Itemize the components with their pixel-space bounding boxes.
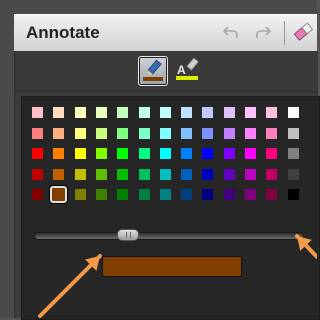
color-swatch[interactable] bbox=[181, 168, 193, 180]
color-swatch[interactable] bbox=[223, 107, 235, 118]
color-swatch[interactable] bbox=[181, 148, 193, 159]
color-swatch[interactable] bbox=[266, 107, 278, 118]
color-swatch[interactable] bbox=[181, 107, 193, 118]
color-swatch[interactable] bbox=[95, 107, 107, 118]
highlighter-icon: A bbox=[176, 58, 199, 80]
color-swatch[interactable] bbox=[95, 189, 107, 200]
color-swatch[interactable] bbox=[159, 189, 171, 200]
color-swatch[interactable] bbox=[138, 148, 150, 159]
color-swatch[interactable] bbox=[117, 148, 129, 159]
color-swatch[interactable] bbox=[287, 127, 299, 139]
color-swatch[interactable] bbox=[32, 107, 43, 118]
undo-icon[interactable] bbox=[220, 21, 242, 43]
color-swatch[interactable] bbox=[74, 168, 86, 180]
color-swatch[interactable] bbox=[181, 189, 193, 200]
color-swatch[interactable] bbox=[74, 107, 86, 118]
color-swatch[interactable] bbox=[53, 127, 65, 139]
thickness-slider-thumb[interactable] bbox=[116, 229, 139, 241]
color-swatch[interactable] bbox=[159, 107, 171, 118]
color-swatch[interactable] bbox=[32, 168, 43, 180]
color-swatch[interactable] bbox=[266, 127, 278, 139]
color-swatch[interactable] bbox=[181, 127, 193, 139]
color-swatch[interactable] bbox=[138, 107, 150, 118]
thickness-slider-track[interactable] bbox=[34, 229, 304, 241]
color-swatch[interactable] bbox=[266, 189, 278, 200]
pen-tool-button[interactable] bbox=[138, 56, 168, 86]
color-swatch[interactable] bbox=[202, 168, 214, 180]
color-swatch[interactable] bbox=[159, 148, 171, 159]
color-swatch[interactable] bbox=[53, 148, 65, 159]
color-swatch[interactable] bbox=[74, 189, 86, 200]
color-swatch[interactable] bbox=[202, 127, 214, 139]
color-swatch[interactable] bbox=[74, 148, 86, 159]
color-swatch[interactable] bbox=[287, 107, 299, 118]
color-swatch[interactable] bbox=[287, 189, 299, 200]
pen-icon bbox=[143, 59, 163, 81]
color-swatch[interactable] bbox=[159, 127, 171, 139]
color-swatch-selected[interactable] bbox=[50, 186, 68, 203]
color-swatch[interactable] bbox=[138, 189, 150, 200]
color-swatch[interactable] bbox=[117, 168, 129, 180]
color-swatch[interactable] bbox=[138, 127, 150, 139]
svg-text:A: A bbox=[177, 63, 186, 77]
annotate-window: Annotate A bbox=[0, 0, 320, 320]
color-swatch[interactable] bbox=[32, 148, 43, 159]
color-swatch[interactable] bbox=[74, 127, 86, 139]
color-swatch[interactable] bbox=[117, 107, 129, 118]
color-swatch[interactable] bbox=[117, 127, 129, 139]
color-swatch[interactable] bbox=[202, 189, 214, 200]
color-swatch[interactable] bbox=[223, 127, 235, 139]
color-swatch[interactable] bbox=[159, 168, 171, 180]
color-swatch[interactable] bbox=[138, 168, 150, 180]
color-swatch[interactable] bbox=[245, 189, 256, 200]
tool-row: A bbox=[15, 51, 318, 92]
color-swatch[interactable] bbox=[287, 168, 299, 180]
title-bar: Annotate bbox=[14, 14, 317, 52]
color-swatch[interactable] bbox=[266, 148, 278, 159]
toolbar-separator bbox=[284, 21, 285, 45]
color-swatch[interactable] bbox=[287, 148, 299, 159]
color-swatch[interactable] bbox=[223, 189, 235, 200]
annotate-panel: A bbox=[14, 51, 320, 320]
color-swatch[interactable] bbox=[245, 107, 256, 118]
color-swatch[interactable] bbox=[95, 127, 107, 139]
redo-icon[interactable] bbox=[252, 21, 274, 43]
color-swatch[interactable] bbox=[223, 148, 235, 159]
color-swatch[interactable] bbox=[202, 148, 214, 159]
color-swatch[interactable] bbox=[223, 168, 235, 180]
color-swatch[interactable] bbox=[32, 127, 43, 139]
color-swatch[interactable] bbox=[53, 168, 65, 180]
highlighter-tool-button[interactable]: A bbox=[173, 56, 201, 84]
eraser-icon[interactable] bbox=[292, 21, 314, 43]
color-swatch[interactable] bbox=[245, 127, 256, 139]
color-palette bbox=[21, 96, 320, 320]
color-swatch[interactable] bbox=[117, 189, 129, 200]
color-swatch[interactable] bbox=[95, 168, 107, 180]
color-swatch[interactable] bbox=[245, 168, 256, 180]
color-swatch[interactable] bbox=[245, 148, 256, 159]
panel-title: Annotate bbox=[26, 23, 100, 42]
color-swatch[interactable] bbox=[53, 107, 65, 118]
color-swatch[interactable] bbox=[32, 189, 43, 200]
color-swatch[interactable] bbox=[202, 107, 214, 118]
stroke-preview bbox=[102, 256, 242, 277]
color-swatch[interactable] bbox=[95, 148, 107, 159]
color-swatch[interactable] bbox=[266, 168, 278, 180]
